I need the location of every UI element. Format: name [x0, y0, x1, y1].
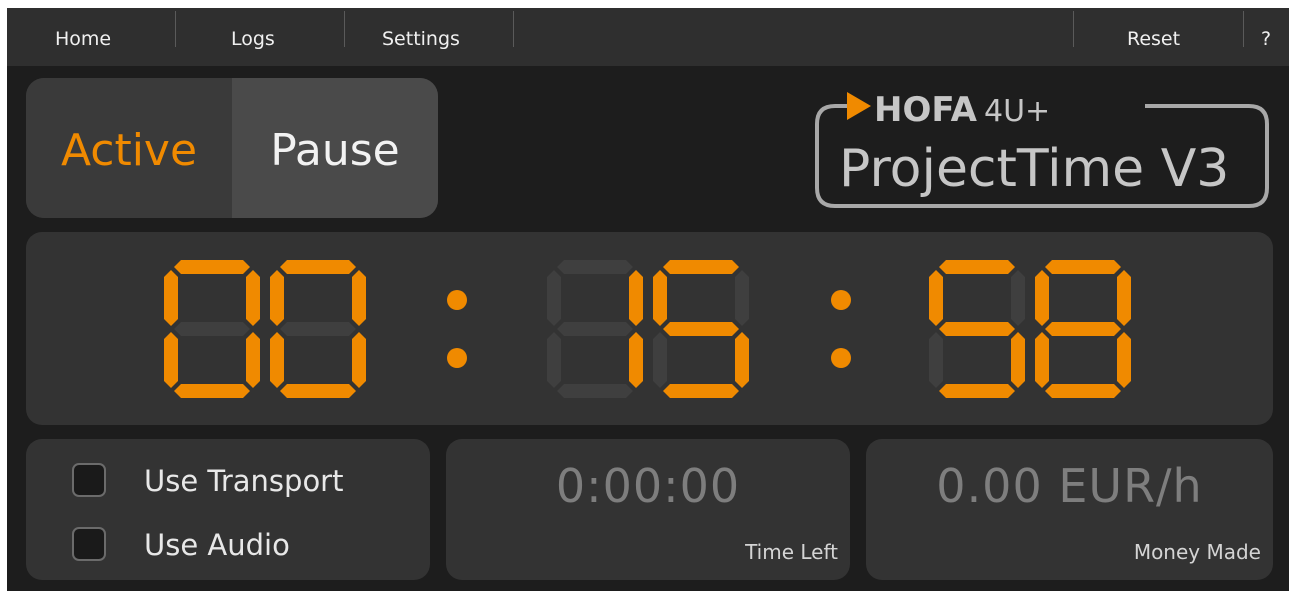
- timer-colon-1: [447, 290, 467, 368]
- menu-divider: [1243, 11, 1244, 47]
- segment-a: [939, 260, 1015, 274]
- segment-f: [547, 270, 561, 326]
- segment-a: [663, 260, 739, 274]
- segment-a: [174, 260, 250, 274]
- segment-g: [663, 322, 739, 336]
- play-triangle-icon: [847, 92, 871, 120]
- colon-dot: [447, 348, 467, 368]
- segment-e: [1035, 332, 1049, 388]
- segment-c: [629, 332, 643, 388]
- menu-divider: [1073, 11, 1074, 47]
- segment-c: [352, 332, 366, 388]
- menu-divider: [175, 11, 176, 47]
- money-made-value: 0.00 EUR/h: [936, 459, 1203, 513]
- segment-e: [547, 332, 561, 388]
- colon-dot: [831, 348, 851, 368]
- segment-a: [1045, 260, 1121, 274]
- segment-e: [929, 332, 943, 388]
- hours-digit-2: [270, 260, 366, 398]
- segment-g: [174, 322, 250, 336]
- use-audio-label: Use Audio: [144, 528, 290, 562]
- segment-b: [1011, 270, 1025, 326]
- segment-e: [653, 332, 667, 388]
- segment-f: [164, 270, 178, 326]
- hofa-projecttime-logo: HOFA 4U+ ProjectTime V3: [807, 86, 1277, 214]
- segment-a: [557, 260, 633, 274]
- menu-divider: [513, 11, 514, 47]
- segment-c: [1117, 332, 1131, 388]
- options-panel: Use Transport Use Audio: [26, 439, 430, 580]
- segment-c: [1011, 332, 1025, 388]
- segment-e: [270, 332, 284, 388]
- logo-brand-suffix: 4U+: [984, 94, 1050, 129]
- segment-c: [246, 332, 260, 388]
- pause-button[interactable]: Pause: [232, 78, 438, 218]
- colon-dot: [831, 290, 851, 310]
- hours-digit-1: [164, 260, 260, 398]
- menu-divider: [344, 11, 345, 47]
- segment-f: [270, 270, 284, 326]
- segment-d: [663, 384, 739, 398]
- menu-bar: Home Logs Settings Reset ?: [7, 8, 1289, 66]
- segment-d: [280, 384, 356, 398]
- menu-settings[interactable]: Settings: [382, 8, 460, 66]
- seconds-digit-2: [1035, 260, 1131, 398]
- use-audio-checkbox[interactable]: [72, 527, 106, 561]
- segment-g: [939, 322, 1015, 336]
- timer-display: [164, 260, 1131, 398]
- segment-b: [735, 270, 749, 326]
- menu-logs[interactable]: Logs: [231, 8, 275, 66]
- segment-b: [352, 270, 366, 326]
- segment-b: [246, 270, 260, 326]
- segment-a: [280, 260, 356, 274]
- time-left-value: 0:00:00: [555, 459, 741, 513]
- time-left-panel: 0:00:00 Time Left: [446, 439, 850, 580]
- minutes-digit-1: [547, 260, 643, 398]
- segment-e: [164, 332, 178, 388]
- logo-brand: HOFA: [874, 90, 978, 130]
- seconds-digit-1: [929, 260, 1025, 398]
- menu-home[interactable]: Home: [55, 8, 111, 66]
- colon-dot: [447, 290, 467, 310]
- segment-d: [557, 384, 633, 398]
- segment-f: [1035, 270, 1049, 326]
- segment-d: [939, 384, 1015, 398]
- time-left-caption: Time Left: [745, 540, 838, 564]
- segment-c: [735, 332, 749, 388]
- status-toggle: Active Pause: [26, 78, 438, 218]
- segment-d: [1045, 384, 1121, 398]
- segment-g: [1045, 322, 1121, 336]
- logo-product: ProjectTime V3: [839, 139, 1229, 199]
- money-made-caption: Money Made: [1133, 540, 1261, 564]
- use-transport-checkbox[interactable]: [72, 463, 106, 497]
- minutes-digit-2: [653, 260, 749, 398]
- segment-d: [174, 384, 250, 398]
- segment-g: [280, 322, 356, 336]
- segment-g: [557, 322, 633, 336]
- elapsed-timer: [26, 232, 1273, 425]
- projecttime-window: Home Logs Settings Reset ? Active Pause …: [7, 8, 1289, 591]
- timer-colon-2: [831, 290, 851, 368]
- menu-reset[interactable]: Reset: [1127, 8, 1180, 66]
- use-transport-label: Use Transport: [144, 464, 344, 498]
- segment-b: [1117, 270, 1131, 326]
- segment-f: [929, 270, 943, 326]
- money-made-panel: 0.00 EUR/h Money Made: [866, 439, 1273, 580]
- active-button[interactable]: Active: [26, 78, 232, 218]
- segment-f: [653, 270, 667, 326]
- menu-help[interactable]: ?: [1261, 8, 1271, 66]
- segment-b: [629, 270, 643, 326]
